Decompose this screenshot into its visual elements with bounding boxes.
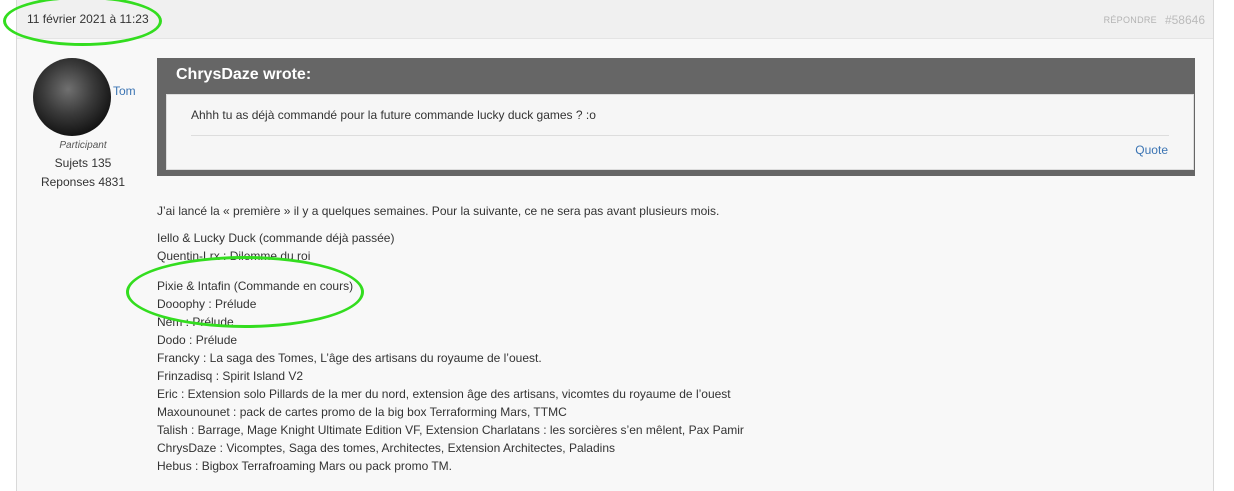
quote-body: Ahhh tu as déjà commandé pour la future … [166,94,1194,170]
list-line: Pixie & Intafin (Commande en cours) [157,279,354,293]
intro-text: J’ai lancé la « première » il y a quelqu… [157,204,720,218]
list-line: Hebus : Bigbox Terrafroaming Mars ou pac… [157,459,453,473]
avatar[interactable] [33,58,111,136]
quote-block: ChrysDaze wrote: Ahhh tu as déjà command… [157,58,1195,176]
list-line: Quentin-Lrx : Dilemme du roi [157,249,311,263]
quote-text: Ahhh tu as déjà commandé pour la future … [191,108,596,122]
list-line: Francky : La saga des Tomes, L’âge des a… [157,351,542,365]
author-topics-count: Sujets 135 [54,156,112,170]
quote-title: ChrysDaze wrote: [176,66,312,83]
author-replies-count: Reponses 4831 [40,175,126,189]
author-name-link[interactable]: Tom [113,84,136,98]
list-line: Frinzadisq : Spirit Island V2 [157,369,304,383]
intro-paragraph: J’ai lancé la « première » il y a quelqu… [157,202,719,220]
group2-paragraph: Pixie & Intafin (Commande en cours) Dooo… [157,277,744,475]
list-line: Maxounounet : pack de cartes promo de la… [157,405,567,419]
list-line: Dooophy : Prélude [157,297,257,311]
forum-post: 11 février 2021 à 11:23 Répondre #58646 … [16,0,1214,491]
list-line: ChrysDaze : Vicomptes, Saga des tomes, A… [157,441,615,455]
list-line: Dodo : Prélude [157,333,238,347]
list-line: Eric : Extension solo Pillards de la mer… [157,387,731,401]
post-date: 11 février 2021 à 11:23 [27,12,149,26]
reply-link[interactable]: Répondre [1104,15,1157,25]
list-line: Nem : Prélude [157,315,234,329]
list-line: Talish : Barrage, Mage Knight Ultimate E… [157,423,744,437]
list-line: Iello & Lucky Duck (commande déjà passée… [157,231,395,245]
author-role: Participant [59,140,107,151]
post-header: 11 février 2021 à 11:23 Répondre #58646 [17,0,1213,39]
group1-paragraph: Iello & Lucky Duck (commande déjà passée… [157,229,394,265]
quote-link[interactable]: Quote [1135,143,1168,157]
post-permalink[interactable]: #58646 [1165,13,1205,27]
quote-divider [191,135,1169,136]
